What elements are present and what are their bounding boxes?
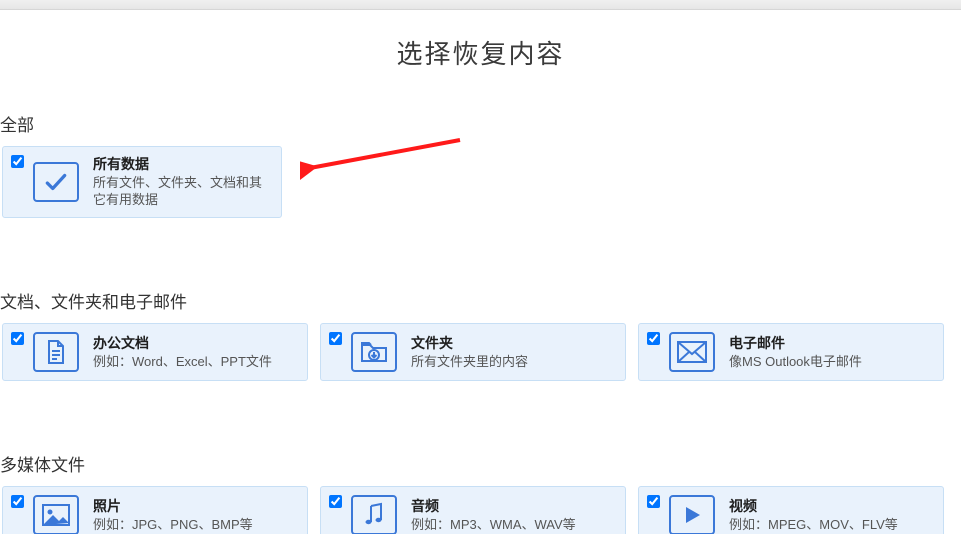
checkmark-icon <box>33 162 79 202</box>
music-note-icon <box>351 495 397 534</box>
card-photo-desc: 例如：JPG、PNG、BMP等 <box>93 516 253 534</box>
page-title: 选择恢复内容 <box>0 34 961 71</box>
page-root: 选择恢复内容 全部 所有数据 所有文件、文件夹、文档和其它有用数据 文档、文件夹… <box>0 10 961 534</box>
card-office-title: 办公文档 <box>93 334 272 353</box>
card-email[interactable]: 电子邮件 像MS Outlook电子邮件 <box>638 323 944 381</box>
folder-download-icon <box>351 332 397 372</box>
card-video-desc: 例如：MPEG、MOV、FLV等 <box>729 516 898 534</box>
checkbox-audio[interactable] <box>329 495 342 508</box>
card-all-data-title: 所有数据 <box>93 155 271 174</box>
card-audio-desc: 例如：MP3、WMA、WAV等 <box>411 516 576 534</box>
card-email-desc: 像MS Outlook电子邮件 <box>729 353 862 371</box>
image-icon <box>33 495 79 534</box>
checkbox-photo[interactable] <box>11 495 24 508</box>
card-folder-desc: 所有文件夹里的内容 <box>411 353 528 371</box>
play-icon <box>669 495 715 534</box>
card-office[interactable]: 办公文档 例如：Word、Excel、PPT文件 <box>2 323 308 381</box>
card-audio-title: 音频 <box>411 497 576 516</box>
card-photo[interactable]: 照片 例如：JPG、PNG、BMP等 <box>2 486 308 534</box>
card-audio[interactable]: 音频 例如：MP3、WMA、WAV等 <box>320 486 626 534</box>
checkbox-email[interactable] <box>647 332 660 345</box>
document-icon <box>33 332 79 372</box>
checkbox-office[interactable] <box>11 332 24 345</box>
card-video[interactable]: 视频 例如：MPEG、MOV、FLV等 <box>638 486 944 534</box>
card-email-title: 电子邮件 <box>729 334 862 353</box>
section-docs-label: 文档、文件夹和电子邮件 <box>0 288 961 313</box>
section-media: 多媒体文件 照片 例如：JPG、PNG、BMP等 音频 例如： <box>0 451 961 534</box>
section-docs: 文档、文件夹和电子邮件 办公文档 例如：Word、Excel、PPT文件 文件夹 <box>0 288 961 381</box>
checkbox-video[interactable] <box>647 495 660 508</box>
section-all: 全部 所有数据 所有文件、文件夹、文档和其它有用数据 <box>0 111 961 218</box>
card-folder-title: 文件夹 <box>411 334 528 353</box>
card-photo-title: 照片 <box>93 497 253 516</box>
card-office-desc: 例如：Word、Excel、PPT文件 <box>93 353 272 371</box>
card-video-title: 视频 <box>729 497 898 516</box>
section-media-label: 多媒体文件 <box>0 451 961 476</box>
section-all-label: 全部 <box>0 111 961 136</box>
card-folder[interactable]: 文件夹 所有文件夹里的内容 <box>320 323 626 381</box>
envelope-icon <box>669 332 715 372</box>
window-titlebar-strip <box>0 0 961 10</box>
checkbox-all-data[interactable] <box>11 155 24 168</box>
card-all-data-desc: 所有文件、文件夹、文档和其它有用数据 <box>93 174 271 209</box>
checkbox-folder[interactable] <box>329 332 342 345</box>
card-all-data[interactable]: 所有数据 所有文件、文件夹、文档和其它有用数据 <box>2 146 282 218</box>
